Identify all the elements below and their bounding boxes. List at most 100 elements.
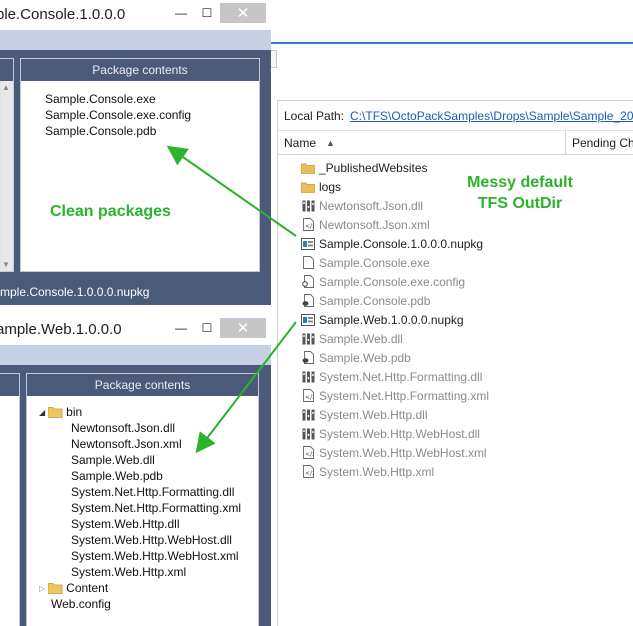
tree-file[interactable]: System.Web.Http.WebHost.xml [71,548,239,564]
tree-file-label: System.Web.Http.WebHost.dll [71,533,232,547]
column-name-label: Name [284,135,317,150]
web-panel-header: Package contents [27,374,258,396]
tree-file[interactable]: System.Web.Http.dll [71,516,179,532]
svg-text:</>: </> [305,451,314,458]
messy-note: Messy default TFS OutDir [460,172,580,214]
list-item-label: Sample.Console.pdb [319,293,431,308]
package-file[interactable]: Sample.Console.exe [45,91,156,107]
tree-file[interactable]: System.Web.Http.xml [71,564,186,580]
web-package-contents: Package contents ◢ bin Newtonsoft.Json.dll… [26,373,259,626]
tree-expanded-icon[interactable]: ◢ [39,408,45,417]
list-item-label: Newtonsoft.Json.xml [319,217,430,232]
local-path-link[interactable]: C:\TFS\OctoPackSamples\Drops\Sample\Samp… [350,109,633,123]
tree-file[interactable]: System.Web.Http.WebHost.dll [71,532,232,548]
sort-ascending-icon: ▲ [326,137,335,148]
dll-icon [301,199,315,213]
pdb-icon [301,351,315,365]
web-window-title: ample.Web.1.0.0.0 [0,321,122,338]
console-status-path: mple.Console.1.0.0.0.nupkg [0,285,150,299]
tree-collapsed-icon[interactable]: ▷ [39,584,45,593]
tree-file-label: System.Web.Http.dll [71,517,180,531]
package-icon [301,313,315,327]
maximize-button[interactable]: ☐ [194,3,220,23]
metadata-panel: ▲ ▼ [0,58,14,272]
list-item[interactable]: Sample.Console.exe [278,253,578,272]
web-metadata-panel-head [0,374,19,396]
list-item-label: Sample.Web.pdb [319,350,411,365]
tree-file-label: Sample.Web.dll [71,453,155,467]
list-item[interactable]: System.Web.Http.dll [278,405,578,424]
list-item[interactable]: Sample.Web.dll [278,329,578,348]
tree-file-label: System.Web.Http.xml [71,565,187,579]
close-button[interactable]: ✕ [220,3,266,23]
console-titlebar: ple.Console.1.0.0.0 — ☐ ✕ [0,0,271,30]
column-header-name[interactable]: Name ▲ [278,130,566,155]
tree-file[interactable]: Newtonsoft.Json.xml [71,436,182,452]
list-item-label: System.Web.Http.xml [319,464,435,479]
tree-file[interactable]: Sample.Web.pdb [71,468,163,484]
source-control-explorer: Local Path: C:\TFS\OctoPackSamples\Drops… [271,0,633,626]
dll-icon [301,408,315,422]
list-item[interactable]: Sample.Console.pdb [278,291,578,310]
local-path-row: Local Path: C:\TFS\OctoPackSamples\Drops… [278,101,633,131]
web-package-window: ample.Web.1.0.0.0 — ☐ ✕ Package contents… [0,315,271,626]
folder-icon [301,161,315,175]
list-item-label: System.Net.Http.Formatting.dll [319,369,483,384]
tree-folder-content[interactable]: ▷ Content [39,580,108,596]
tree-file[interactable]: Newtonsoft.Json.dll [71,420,175,436]
list-item-label: Sample.Console.exe.config [319,274,466,289]
minimize-button[interactable]: — [168,318,194,338]
minimize-button[interactable]: — [168,3,194,23]
tree-file-web-config-label: Web.config [51,597,111,611]
tree-folder-bin[interactable]: ◢ bin [39,404,82,420]
tree-file-label: System.Net.Http.Formatting.xml [71,501,242,515]
xml-icon: </> [301,465,315,479]
list-item[interactable]: System.Net.Http.Formatting.dll [278,367,578,386]
list-item[interactable]: </> Newtonsoft.Json.xml [278,215,578,234]
dll-icon [301,370,315,384]
tree-file-label: Newtonsoft.Json.dll [71,421,176,435]
tree-folder-content-label: Content [66,581,109,595]
list-item[interactable]: </> System.Web.Http.xml [278,462,578,481]
package-file[interactable]: Sample.Console.exe.config [45,107,191,123]
list-item[interactable]: Sample.Console.1.0.0.0.nupkg [278,234,578,253]
console-package-contents: Package contents Sample.Console.exe Sampl… [20,58,260,272]
column-header-row: Name ▲ Pending Ch [278,130,633,155]
list-item-label: logs [319,179,342,194]
xml-icon: </> [301,446,315,460]
column-pending-label: Pending Ch [571,135,633,150]
tree-file-label: Sample.Web.pdb [71,469,163,483]
console-package-window: ple.Console.1.0.0.0 — ☐ ✕ ▲ ▼ Package co… [0,0,271,305]
column-header-pending[interactable]: Pending Ch [566,136,633,150]
list-item-label: System.Net.Http.Formatting.xml [319,388,490,403]
close-button[interactable]: ✕ [220,318,266,338]
list-item-label: Sample.Console.1.0.0.0.nupkg [319,236,484,251]
list-item[interactable]: Sample.Web.pdb [278,348,578,367]
maximize-button[interactable]: ☐ [194,318,220,338]
list-item-label: Newtonsoft.Json.dll [319,198,424,213]
config-icon [301,275,315,289]
tree-file[interactable]: System.Net.Http.Formatting.dll [71,484,234,500]
tree-file-web-config[interactable]: Web.config [51,596,111,612]
messy-note-line2: TFS OutDir [477,195,563,212]
svg-text:</>: </> [305,394,314,401]
tree-file[interactable]: System.Net.Http.Formatting.xml [71,500,241,516]
folder-icon [301,180,315,194]
folder-icon [48,406,63,418]
tree-file[interactable]: Sample.Web.dll [71,452,155,468]
metadata-scrollbar[interactable]: ▲ ▼ [1,81,13,271]
list-item[interactable]: Sample.Web.1.0.0.0.nupkg [278,310,578,329]
svg-text:</>: </> [305,223,314,230]
collapsed-tab[interactable] [271,50,277,68]
list-item[interactable]: System.Web.Http.WebHost.dll [278,424,578,443]
local-path-label: Local Path: [284,108,345,123]
tree-file-label: System.Web.Http.WebHost.xml [71,549,239,563]
folder-icon [48,582,63,594]
list-item[interactable]: </> System.Net.Http.Formatting.xml [278,386,578,405]
scroll-down-icon: ▼ [2,260,10,269]
xml-icon: </> [301,218,315,232]
list-item[interactable]: Sample.Console.exe.config [278,272,578,291]
list-item-label: System.Web.Http.WebHost.xml [319,445,487,460]
package-file[interactable]: Sample.Console.pdb [45,123,156,139]
list-item[interactable]: </> System.Web.Http.WebHost.xml [278,443,578,462]
